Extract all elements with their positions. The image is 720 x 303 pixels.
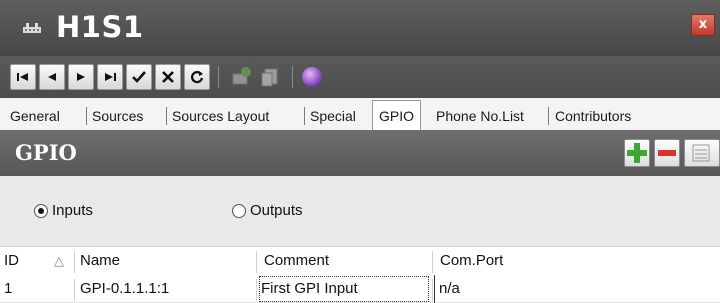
outputs-radio-label: Outputs: [250, 202, 303, 219]
toolbar-divider: [218, 66, 219, 88]
cell-comment[interactable]: First GPI Input: [258, 275, 430, 303]
phone-icon[interactable]: [228, 64, 254, 90]
tab-phone-no-list[interactable]: Phone No.List: [436, 104, 524, 128]
title-bar: H1S1 x: [0, 0, 720, 56]
x-icon: [162, 71, 174, 83]
sort-ascending-icon: △: [54, 253, 64, 268]
tab-divider: [548, 107, 549, 125]
first-record-button[interactable]: [10, 64, 36, 90]
tab-special[interactable]: Special: [310, 104, 356, 128]
next-record-icon: [77, 73, 85, 81]
remove-button[interactable]: [654, 139, 680, 167]
tab-gpio[interactable]: GPIO: [372, 100, 422, 130]
last-record-button[interactable]: [97, 64, 123, 90]
gpio-grid: ID △ Name Comment Com.Port 1 GPI-0.1.1.1…: [0, 246, 720, 303]
outputs-radio[interactable]: Outputs: [232, 202, 303, 219]
column-header-com-port[interactable]: Com.Port: [440, 247, 503, 275]
add-button[interactable]: [624, 139, 650, 167]
cancel-button[interactable]: [155, 64, 181, 90]
cell-name[interactable]: GPI-0.1.1.1:1: [80, 275, 169, 303]
refresh-icon: [190, 71, 204, 84]
column-divider: [256, 279, 257, 301]
previous-record-button[interactable]: [39, 64, 65, 90]
next-record-button[interactable]: [68, 64, 94, 90]
confirm-button[interactable]: [126, 64, 152, 90]
tab-divider: [86, 107, 87, 125]
column-header-comment[interactable]: Comment: [264, 247, 329, 275]
tab-divider: [304, 107, 305, 125]
cell-com-port[interactable]: n/a: [434, 275, 460, 303]
column-header-id[interactable]: ID: [4, 247, 19, 275]
phone-icon: [23, 23, 41, 33]
tab-divider: [166, 107, 167, 125]
tab-bar: General Sources Sources Layout Special G…: [0, 98, 720, 131]
globe-icon[interactable]: [300, 65, 324, 89]
previous-record-icon: [48, 73, 56, 81]
refresh-button[interactable]: [184, 64, 210, 90]
toolbar-divider: [292, 66, 293, 88]
tab-contributors[interactable]: Contributors: [555, 104, 631, 128]
close-button[interactable]: x: [691, 14, 715, 36]
check-icon: [132, 71, 146, 83]
list-button[interactable]: [684, 139, 720, 167]
radio-selected-icon: [34, 203, 48, 218]
last-record-icon: [105, 73, 116, 81]
section-title: GPIO: [15, 140, 77, 165]
column-divider: [74, 251, 75, 273]
window-title: H1S1: [56, 10, 144, 44]
io-selector: Inputs Outputs: [0, 176, 720, 246]
tab-sources[interactable]: Sources: [92, 104, 143, 128]
column-divider: [432, 251, 433, 273]
column-divider: [74, 279, 75, 301]
section-header: GPIO: [0, 130, 720, 176]
inputs-radio[interactable]: Inputs: [34, 202, 93, 219]
minus-icon: [658, 150, 676, 156]
inputs-radio-label: Inputs: [52, 202, 93, 219]
column-divider: [432, 279, 433, 301]
column-header-name[interactable]: Name: [80, 247, 120, 275]
tab-general[interactable]: General: [10, 104, 60, 128]
tab-sources-layout[interactable]: Sources Layout: [172, 104, 269, 128]
toolbar: [0, 56, 720, 98]
list-icon: [692, 144, 710, 162]
cell-id[interactable]: 1: [4, 275, 12, 303]
plus-icon: [627, 143, 647, 163]
radio-unselected-icon: [232, 203, 246, 218]
first-record-icon: [17, 73, 28, 81]
copy-icon[interactable]: [258, 64, 284, 90]
column-divider: [256, 251, 257, 273]
table-row[interactable]: 1 GPI-0.1.1.1:1 First GPI Input n/a: [0, 275, 720, 303]
